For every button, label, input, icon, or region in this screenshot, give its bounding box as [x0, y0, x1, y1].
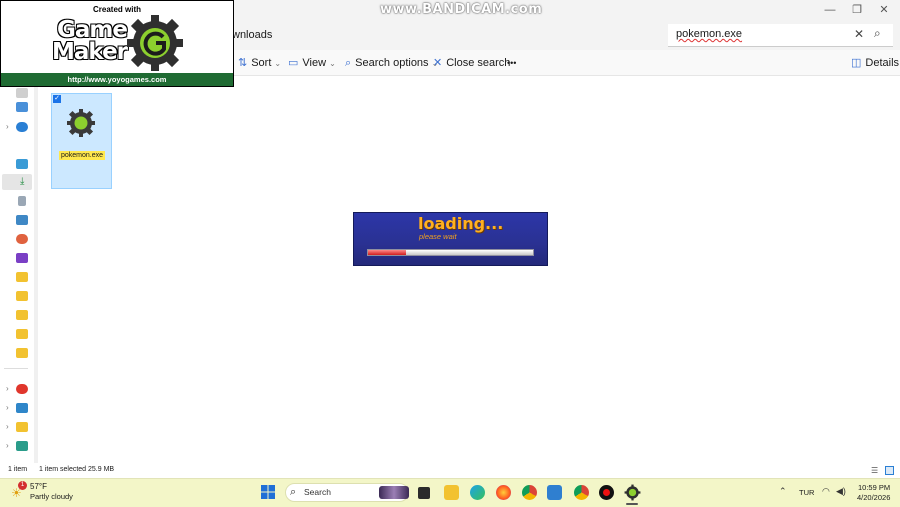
weather-description[interactable]: Partly cloudy — [30, 492, 73, 501]
bandicam-record-icon[interactable] — [599, 485, 614, 500]
expand-arrow-icon[interactable]: › — [6, 422, 9, 431]
loading-progress-fill — [368, 250, 406, 255]
music-icon[interactable] — [16, 234, 28, 244]
expand-arrow-icon[interactable]: › — [6, 384, 9, 393]
more-options-button[interactable]: ••• — [507, 56, 516, 70]
close-search-icon: ✕ — [433, 57, 443, 69]
gamemaker-icon[interactable] — [624, 484, 641, 501]
folder-icon[interactable] — [16, 272, 28, 282]
language-indicator[interactable]: TUR — [799, 488, 814, 497]
sort-button[interactable]: ⇅ Sort ⌄ — [238, 56, 281, 70]
close-button[interactable]: ✕ — [870, 2, 898, 18]
windows-start-icon[interactable] — [261, 485, 275, 499]
desktop-icon[interactable] — [16, 159, 28, 169]
chevron-down-icon: ⌄ — [329, 59, 336, 68]
file-name-label[interactable]: pokemon.exe — [59, 151, 106, 160]
details-pane-icon: ◫ — [851, 57, 862, 69]
view-icon: ▭ — [288, 57, 299, 69]
weather-badge: 1 — [18, 481, 27, 490]
chrome-icon[interactable] — [522, 485, 537, 500]
volume-icon[interactable]: ◀) — [836, 486, 846, 497]
weather-temperature[interactable]: 57°F — [30, 482, 47, 491]
splash-brand-line2: Maker — [52, 39, 128, 65]
expand-arrow-icon[interactable]: › — [6, 441, 9, 450]
gamemaker-gear-icon — [67, 109, 95, 137]
home-icon[interactable] — [16, 88, 28, 98]
loading-subtitle: please wait — [419, 232, 457, 241]
loading-dialog: loading... please wait — [353, 212, 548, 266]
file-explorer-icon[interactable] — [444, 485, 459, 500]
expand-arrow-icon[interactable]: › — [6, 122, 9, 131]
network-drive-icon[interactable] — [16, 384, 28, 394]
chevron-down-icon: ⌄ — [274, 59, 282, 68]
list-view-icon[interactable]: ☰ — [871, 466, 880, 475]
search-options-button[interactable]: ⌕ Search options ⌄ — [345, 56, 438, 70]
splash-url: http://www.yoyogames.com — [1, 73, 233, 86]
sort-icon: ⇅ — [238, 57, 248, 69]
active-app-indicator — [626, 503, 638, 505]
close-search-button[interactable]: ✕ Close search — [433, 56, 510, 70]
search-input[interactable]: pokemon.exe — [676, 28, 742, 40]
network-icon[interactable] — [16, 441, 28, 451]
address-bar[interactable]: wnloads — [232, 24, 652, 46]
loading-progress-track — [367, 249, 534, 256]
wifi-icon[interactable]: ◠ — [822, 486, 830, 497]
search-options-label: Search options — [355, 57, 429, 69]
onedrive-icon[interactable] — [16, 122, 28, 132]
clear-search-icon[interactable]: ✕ — [854, 27, 864, 41]
details-button[interactable]: ◫ Details — [851, 56, 899, 70]
nav-divider — [4, 368, 28, 369]
store-icon[interactable] — [547, 485, 562, 500]
taskbar-search-label: Search — [304, 487, 331, 497]
details-label: Details — [865, 57, 900, 69]
search-highlight-image — [379, 486, 409, 499]
folder-icon[interactable] — [16, 291, 28, 301]
videos-icon[interactable] — [16, 253, 28, 263]
folder-icon[interactable] — [16, 329, 28, 339]
restore-button[interactable]: ❐ — [843, 2, 871, 18]
status-selection: 1 item selected 25.9 MB — [39, 466, 115, 473]
loading-title: loading... — [418, 214, 504, 233]
tray-chevron-up-icon[interactable]: ⌃ — [779, 486, 787, 497]
search-options-icon: ⌕ — [345, 57, 352, 69]
gallery-icon[interactable] — [16, 102, 28, 112]
search-icon: ⌕ — [290, 486, 297, 498]
status-bar — [0, 463, 900, 478]
record-dot — [603, 489, 610, 496]
documents-icon[interactable] — [18, 196, 26, 206]
firefox-icon[interactable] — [496, 485, 511, 500]
tiles-view-icon[interactable] — [885, 466, 894, 475]
search-box[interactable]: pokemon.exe ✕ ⌕ — [668, 24, 893, 47]
checkbox-checked-icon[interactable]: ✓ — [53, 95, 61, 103]
view-label: View — [302, 57, 327, 69]
chrome-profile-icon[interactable] — [574, 485, 589, 500]
folder-icon[interactable] — [16, 348, 28, 358]
sort-label: Sort — [251, 57, 272, 69]
downloads-icon[interactable]: ⤓ — [20, 176, 24, 187]
nav-scrollbar[interactable] — [34, 75, 38, 463]
this-pc-icon[interactable] — [16, 403, 28, 413]
pictures-icon[interactable] — [16, 215, 28, 225]
nav-selected-downloads[interactable] — [2, 174, 32, 190]
file-manager-icon[interactable] — [418, 487, 430, 499]
view-button[interactable]: ▭ View ⌄ — [288, 56, 336, 70]
folder-icon[interactable] — [16, 310, 28, 320]
folder-icon[interactable] — [16, 422, 28, 432]
bandicam-watermark: www.BANDICAM.com — [380, 2, 543, 17]
clock-date[interactable]: 4/20/2026 — [857, 493, 890, 502]
close-search-label: Close search — [446, 57, 511, 69]
edge-icon[interactable] — [470, 485, 485, 500]
search-icon[interactable]: ⌕ — [874, 26, 881, 41]
gamemaker-logo-icon — [127, 15, 183, 71]
minimize-button[interactable]: — — [816, 2, 844, 18]
expand-arrow-icon[interactable]: › — [6, 403, 9, 412]
gamemaker-splash: Created with Game Maker http://www.yoyog… — [0, 0, 234, 87]
status-item-count: 1 item — [8, 466, 28, 473]
clock-time[interactable]: 10:59 PM — [858, 483, 890, 492]
